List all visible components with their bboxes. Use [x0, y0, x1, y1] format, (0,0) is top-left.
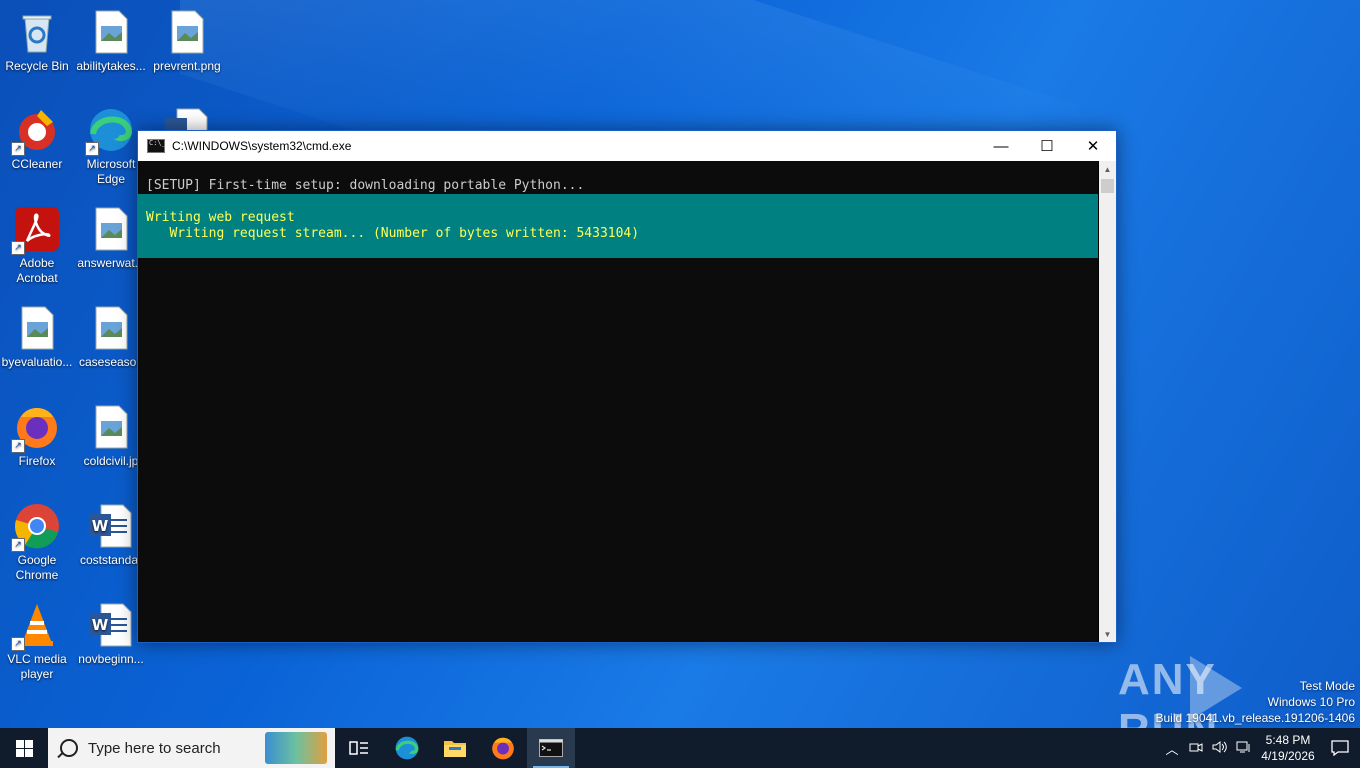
shortcut-arrow-icon: ↗: [11, 439, 25, 453]
taskbar-search-box[interactable]: Type here to search: [48, 728, 335, 768]
search-highlight-image: [265, 732, 327, 764]
meet-now-icon[interactable]: [1184, 740, 1208, 757]
recycle-bin-icon: [13, 8, 61, 56]
progress-detail: Writing request stream... (Number of byt…: [146, 226, 640, 241]
volume-icon[interactable]: [1208, 740, 1232, 757]
taskbar-clock[interactable]: 5:48 PM 4/19/2026: [1256, 732, 1320, 764]
taskbar-edge-button[interactable]: [383, 728, 431, 768]
cmd-window-title: C:\WINDOWS\system32\cmd.exe: [172, 139, 352, 153]
console-setup-line: [SETUP] First-time setup: downloading po…: [146, 178, 585, 193]
shortcut-arrow-icon: ↗: [11, 241, 25, 255]
os-edition: Windows 10 Pro: [1267, 695, 1355, 709]
clock-date: 4/19/2026: [1261, 749, 1315, 763]
scroll-down-icon[interactable]: ▼: [1099, 626, 1116, 642]
desktop-icon-label: Recycle Bin: [5, 59, 69, 73]
search-placeholder: Type here to search: [88, 739, 221, 757]
minimize-button[interactable]: —: [978, 131, 1024, 161]
image-file-icon: [87, 8, 135, 56]
network-icon[interactable]: [1232, 740, 1256, 757]
desktop-icon-abilitytakes[interactable]: abilitytakes...: [74, 8, 148, 74]
chrome-icon: ↗: [11, 502, 61, 552]
cmd-titlebar[interactable]: C:\WINDOWS\system32\cmd.exe — ☐ ✕: [138, 131, 1116, 161]
os-test-mode: Test Mode: [1299, 679, 1355, 693]
desktop-icon-byevaluation[interactable]: byevaluatio...: [0, 304, 74, 370]
cmd-icon: [539, 739, 563, 757]
svg-text:W: W: [92, 517, 109, 535]
desktop-icon-label: CCleaner: [11, 157, 63, 171]
desktop-icon-vlc[interactable]: ↗ VLC media player: [0, 601, 74, 682]
maximize-button[interactable]: ☐: [1024, 131, 1070, 161]
taskbar: Type here to search ︿ 5:48 PM 4/19/2026: [0, 728, 1360, 768]
taskbar-file-explorer-button[interactable]: [431, 728, 479, 768]
scroll-up-icon[interactable]: ▲: [1099, 161, 1116, 177]
image-file-icon: [87, 304, 135, 352]
desktop-icon-label: abilitytakes...: [76, 59, 146, 73]
svg-text:W: W: [92, 616, 109, 634]
edge-icon: ↗: [85, 106, 135, 156]
taskbar-firefox-button[interactable]: [479, 728, 527, 768]
clock-time: 5:48 PM: [1265, 733, 1311, 747]
notification-icon: [1331, 740, 1349, 756]
shortcut-arrow-icon: ↗: [85, 142, 99, 156]
desktop-icon-label: prevrent.png: [153, 59, 221, 73]
desktop-icon-ccleaner[interactable]: ↗ CCleaner: [0, 106, 74, 172]
image-file-icon: [87, 205, 135, 253]
start-button[interactable]: [0, 728, 48, 768]
desktop-icon-label: Google Chrome: [15, 553, 59, 582]
notification-center-button[interactable]: [1320, 740, 1360, 756]
chevron-up-icon[interactable]: ︿: [1160, 739, 1184, 758]
desktop-icon-label: Adobe Acrobat: [16, 256, 58, 285]
cmd-window[interactable]: C:\WINDOWS\system32\cmd.exe — ☐ ✕ [SETUP…: [137, 130, 1117, 643]
image-file-icon: [163, 8, 211, 56]
console-output[interactable]: [SETUP] First-time setup: downloading po…: [138, 161, 1098, 642]
edge-icon: [395, 736, 419, 760]
acrobat-icon: ↗: [11, 205, 61, 255]
os-build: Build 19041.vb_release.191206-1406: [1155, 711, 1356, 725]
word-doc-icon: W: [87, 601, 135, 649]
scroll-thumb[interactable]: [1101, 179, 1114, 193]
shortcut-arrow-icon: ↗: [11, 142, 25, 156]
firefox-icon: ↗: [11, 403, 61, 453]
cmd-app-icon: [147, 139, 166, 153]
image-file-icon: [87, 403, 135, 451]
firefox-icon: [492, 737, 514, 760]
folder-icon: [444, 741, 466, 757]
taskbar-cmd-button[interactable]: [527, 728, 575, 768]
task-view-icon: [349, 741, 368, 755]
ccleaner-icon: ↗: [11, 106, 61, 156]
windows-logo-icon: [15, 739, 33, 757]
os-info: Test Mode Windows 10 Pro Build 19041.vb_…: [1156, 678, 1356, 726]
progress-banner: Writing web request Writing request stre…: [138, 194, 1098, 258]
word-doc-icon: W: [87, 502, 135, 550]
shortcut-arrow-icon: ↗: [11, 538, 25, 552]
desktop-icon-firefox[interactable]: ↗ Firefox: [0, 403, 74, 469]
vlc-icon: ↗: [11, 601, 61, 651]
desktop-icon-label: byevaluatio...: [1, 355, 73, 369]
search-icon: [60, 739, 78, 757]
desktop-icon-google-chrome[interactable]: ↗ Google Chrome: [0, 502, 74, 583]
desktop: Recycle Bin ↗ CCleaner ↗ Adobe Acrobat b…: [0, 0, 1360, 728]
desktop-icon-label: VLC media player: [7, 652, 67, 681]
task-view-button[interactable]: [335, 728, 383, 768]
close-button[interactable]: ✕: [1070, 131, 1116, 161]
progress-title: Writing web request: [146, 210, 295, 225]
console-scrollbar[interactable]: ▲ ▼: [1099, 161, 1116, 642]
desktop-icon-recycle-bin[interactable]: Recycle Bin: [0, 8, 74, 74]
desktop-icon-prevrent[interactable]: prevrent.png: [150, 8, 224, 74]
system-tray: ︿ 5:48 PM 4/19/2026: [1160, 728, 1360, 768]
desktop-icon-adobe-acrobat[interactable]: ↗ Adobe Acrobat: [0, 205, 74, 286]
shortcut-arrow-icon: ↗: [11, 637, 25, 651]
desktop-icon-label: Firefox: [18, 454, 56, 468]
desktop-icon-label: novbeginn...: [78, 652, 144, 666]
image-file-icon: [13, 304, 61, 352]
